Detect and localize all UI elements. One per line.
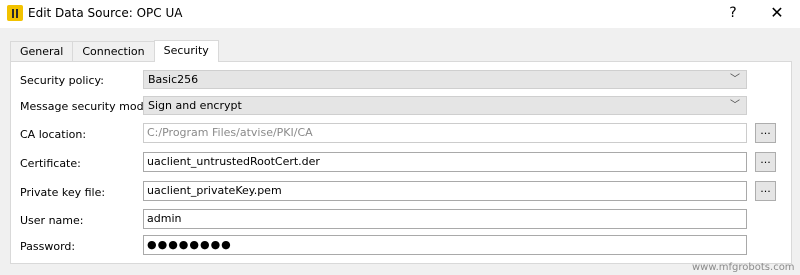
chevron-down-icon: ﹀ [730,100,740,111]
password-label: Password: [20,240,76,253]
security-policy-label: Security policy: [20,74,104,87]
message-security-mode-select[interactable]: Sign and encrypt ﹀ [143,96,747,115]
private-key-browse-button[interactable]: ... [755,181,776,201]
ca-location-label: CA location: [20,128,87,141]
ca-location-field[interactable]: C:/Program Files/atvise/PKI/CA [143,123,747,143]
security-policy-value: Basic256 [148,73,199,86]
ca-location-browse-button[interactable]: ... [755,123,776,143]
app-icon [7,5,23,21]
user-name-field[interactable]: admin [143,209,747,229]
tab-connection[interactable]: Connection [72,41,155,62]
message-security-mode-label: Message security mode: [20,100,155,113]
password-field[interactable]: ●●●●●●●● [143,235,747,255]
help-button[interactable]: ? [722,3,744,23]
watermark-text: www.mfgrobots.com [692,262,795,273]
certificate-browse-button[interactable]: ... [755,152,776,172]
tab-general[interactable]: General [10,41,74,62]
private-key-file-field[interactable]: uaclient_privateKey.pem [143,181,747,201]
close-button[interactable]: ✕ [766,3,788,23]
message-security-mode-value: Sign and encrypt [148,99,242,112]
window-title: Edit Data Source: OPC UA [28,6,183,20]
user-name-label: User name: [20,214,84,227]
title-bar: Edit Data Source: OPC UA ? ✕ [0,0,800,28]
chevron-down-icon: ﹀ [730,74,740,85]
private-key-file-label: Private key file: [20,186,106,199]
security-policy-select[interactable]: Basic256 ﹀ [143,70,747,89]
certificate-label: Certificate: [20,157,81,170]
certificate-field[interactable]: uaclient_untrustedRootCert.der [143,152,747,172]
tab-bar: General Connection Security [10,40,219,62]
tab-security[interactable]: Security [153,40,219,62]
